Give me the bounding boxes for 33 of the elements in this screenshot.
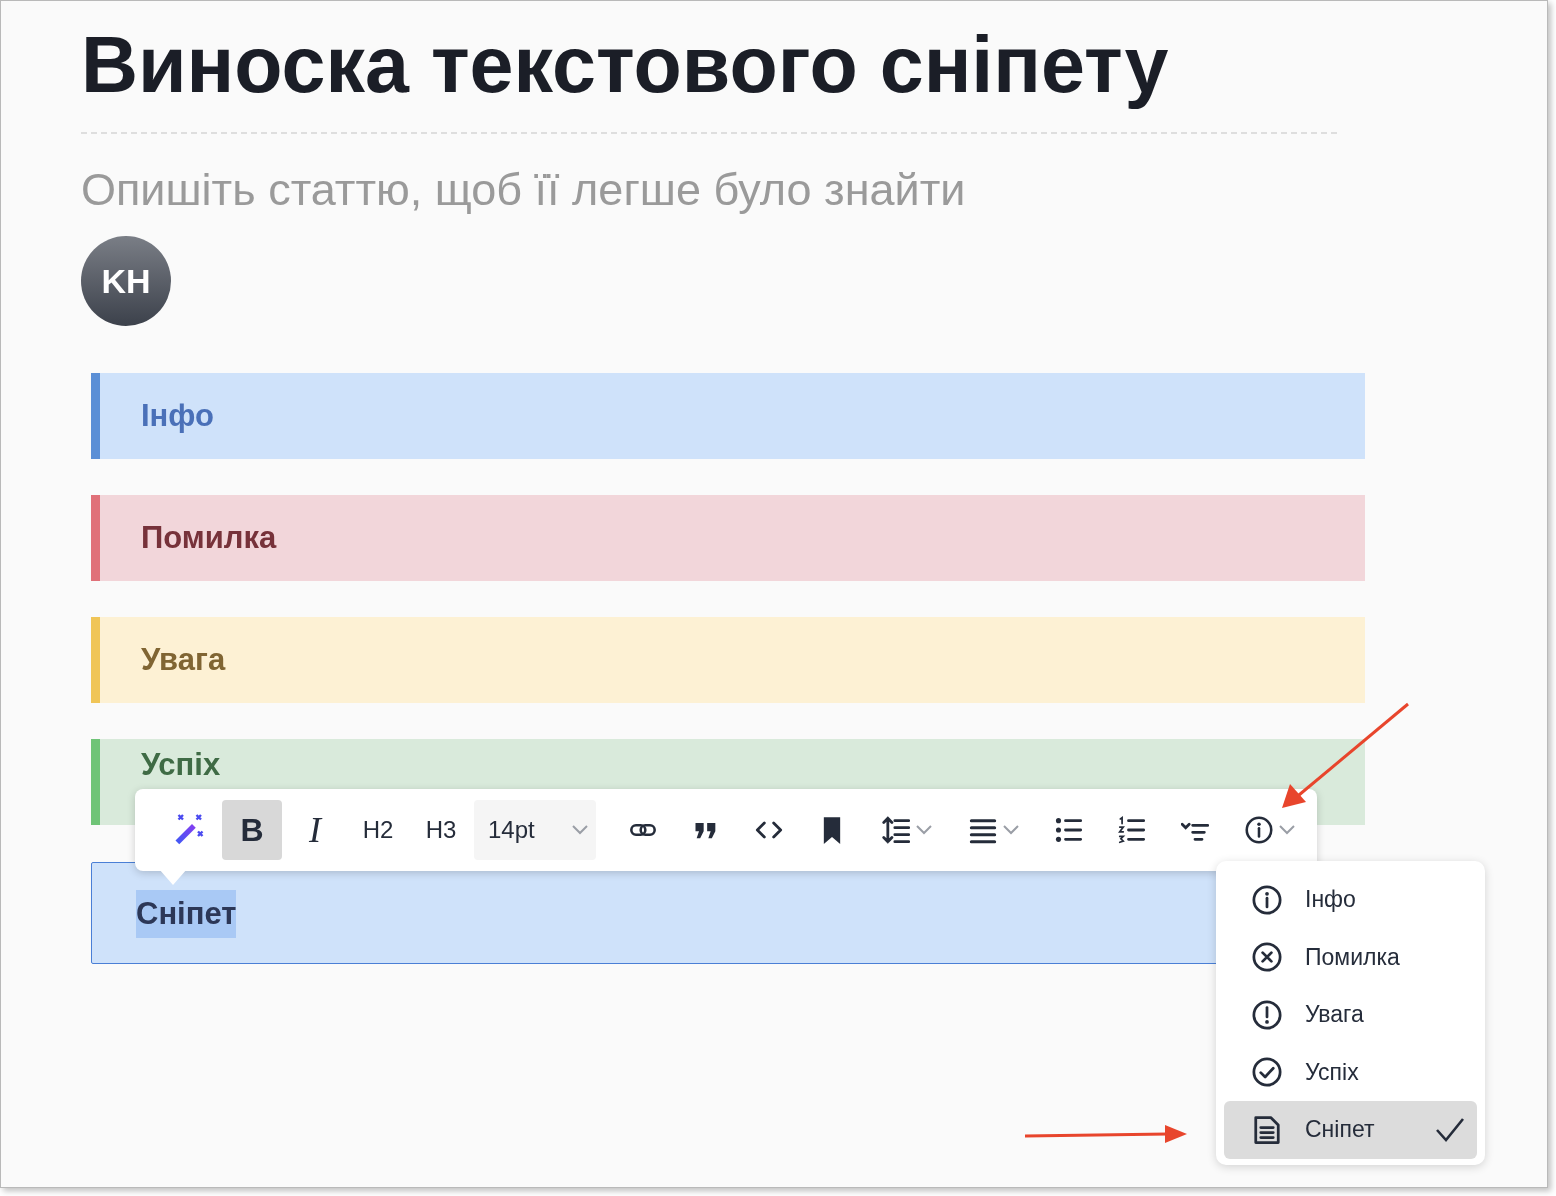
bullet-list-icon [1055, 816, 1083, 844]
article-title: Виноска текстового сніпету [81, 23, 1170, 107]
info-icon [1252, 884, 1282, 915]
callout-text: Помилка [141, 519, 277, 557]
heading-button[interactable]: H2 [348, 800, 408, 860]
menu-item[interactable]: Інфо [1224, 871, 1477, 929]
align-icon [969, 816, 997, 844]
callout-text: Сніпет [136, 890, 237, 938]
chevron-down-icon [1003, 825, 1019, 835]
chevron-down-icon [1279, 825, 1295, 835]
chevron-down-icon [572, 825, 588, 835]
callout-text: Увага [141, 641, 226, 679]
menu-item[interactable]: Увага [1224, 986, 1477, 1044]
heading-button[interactable]: H3 [411, 800, 471, 860]
info-icon [1245, 816, 1273, 844]
menu-item[interactable]: Сніпет [1224, 1101, 1477, 1159]
description-field[interactable]: Опишіть статтю, щоб її легше було знайти [81, 166, 1281, 214]
bold-button[interactable]: B [222, 800, 282, 860]
chevron-down-icon [916, 825, 932, 835]
error-circle-icon [1252, 942, 1282, 973]
line-height-icon [882, 816, 910, 844]
italic-button[interactable]: I [285, 800, 345, 860]
callout-text: Інфо [141, 397, 214, 435]
checkmark-icon [1435, 1116, 1465, 1143]
author-avatar[interactable]: KH [81, 236, 171, 326]
menu-item[interactable]: Помилка [1224, 928, 1477, 986]
menu-item[interactable]: Успіх [1224, 1043, 1477, 1101]
warning-icon [1252, 999, 1282, 1030]
check-circle-icon [1252, 1057, 1282, 1088]
numbered-list-icon [1118, 816, 1146, 844]
callout-text: Успіх [141, 746, 221, 784]
font-size-select[interactable]: 14pt [474, 800, 596, 860]
document-icon [1252, 1114, 1282, 1145]
